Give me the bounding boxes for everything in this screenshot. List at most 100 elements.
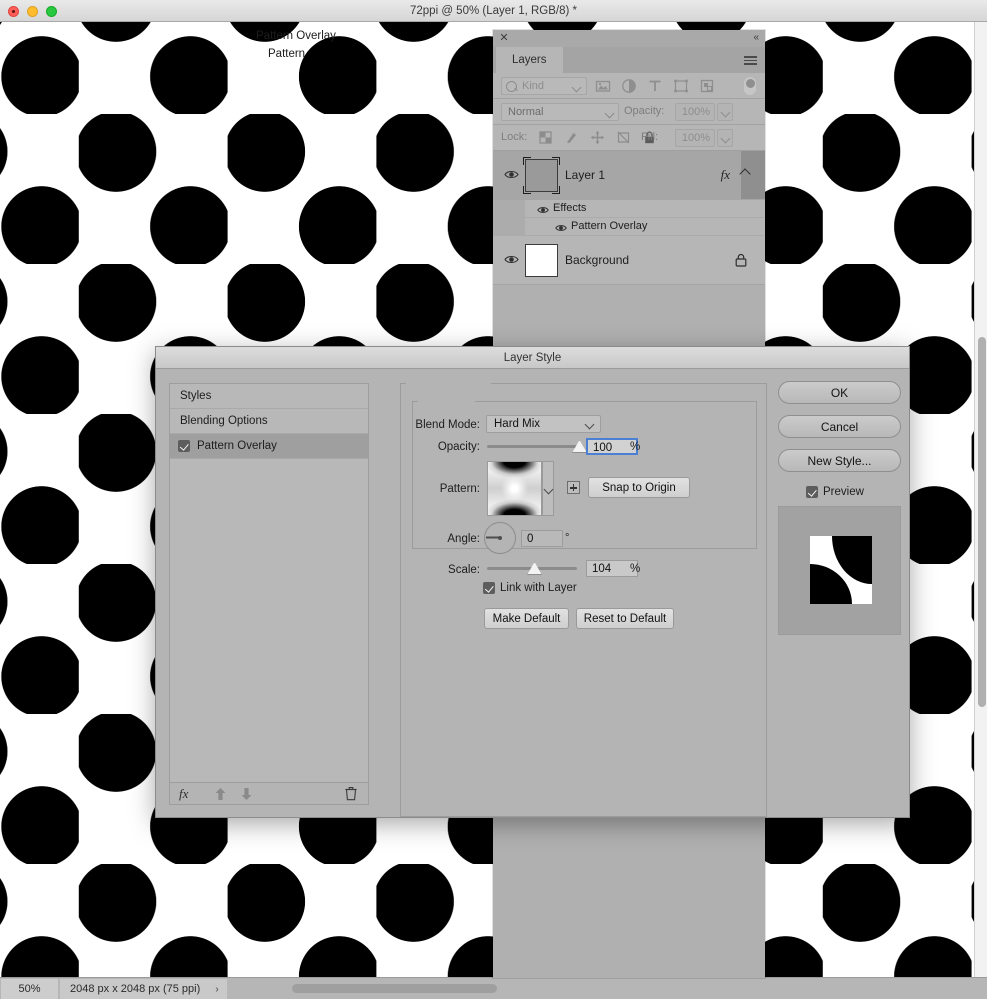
panel-menu-icon[interactable] — [744, 56, 757, 65]
angle-degree-label: ° — [565, 532, 570, 544]
preview-checkbox[interactable] — [806, 486, 818, 498]
pattern-overlay-effect-label: Pattern Overlay — [571, 220, 648, 232]
angle-input[interactable]: 0 — [521, 530, 563, 547]
link-with-layer-label: Link with Layer — [500, 582, 577, 594]
styles-list-footer: fx — [169, 783, 369, 805]
dialog-title: Layer Style — [503, 352, 562, 364]
angle-dial[interactable] — [484, 522, 516, 554]
panel-tab-strip: Layers — [493, 47, 765, 73]
layer-opacity-stepper[interactable] — [717, 103, 733, 121]
styles-item-label: Pattern Overlay — [197, 440, 277, 452]
fill-value[interactable]: 100% — [675, 129, 715, 147]
blend-mode-select[interactable]: Hard Mix — [486, 415, 601, 433]
eye-icon[interactable] — [504, 167, 519, 182]
smart-object-filter-icon[interactable] — [699, 78, 715, 94]
canvas-vertical-scrollbar[interactable] — [974, 22, 987, 977]
zoom-level-field[interactable]: 50% — [1, 979, 58, 999]
pattern-picker-dropdown[interactable] — [542, 461, 554, 516]
filter-kind-select[interactable]: Kind — [501, 77, 587, 95]
status-bar: 50% 2048 px x 2048 px (75 ppi) › — [0, 977, 987, 999]
lock-position-icon[interactable] — [590, 130, 605, 145]
layer-thumbnail-selection-marks — [523, 157, 560, 194]
lock-icon — [735, 253, 747, 267]
layer-opacity-value[interactable]: 100% — [675, 103, 715, 121]
window-title: 72ppi @ 50% (Layer 1, RGB/8) * — [409, 5, 577, 17]
layer-blend-row: Normal Opacity: 100% — [493, 99, 765, 125]
adjustment-layers-filter-icon[interactable] — [621, 78, 637, 94]
effects-label: Effects — [553, 202, 587, 214]
create-new-preset-icon[interactable] — [567, 481, 580, 494]
layer-name[interactable]: Background — [565, 253, 629, 267]
horizontal-scrollbar-thumb[interactable] — [292, 984, 497, 993]
pattern-label: Pattern: — [439, 483, 480, 495]
make-default-button[interactable]: Make Default — [484, 608, 569, 629]
link-with-layer-checkbox[interactable] — [483, 582, 495, 594]
shape-layers-filter-icon[interactable] — [673, 78, 689, 94]
layer-blend-mode-value: Normal — [508, 106, 544, 118]
layer-effects-fx-icon[interactable]: fx — [721, 167, 730, 183]
opacity-label: Opacity: — [437, 441, 480, 453]
document-info-chevron-icon[interactable]: › — [215, 984, 218, 995]
scale-label: Scale: — [448, 564, 480, 576]
pattern-overlay-checkbox[interactable] — [178, 440, 190, 452]
pattern-overlay-group-title: Pattern Overlay — [256, 30, 336, 42]
lock-image-pixels-icon[interactable] — [564, 130, 579, 145]
reset-to-default-button[interactable]: Reset to Default — [576, 608, 674, 629]
snap-to-origin-button[interactable]: Snap to Origin — [588, 477, 690, 498]
filter-kind-label: Kind — [522, 80, 545, 92]
vertical-scrollbar-thumb[interactable] — [978, 337, 986, 707]
opacity-percent-label: % — [630, 441, 641, 453]
delete-effect-icon[interactable] — [345, 786, 357, 801]
document-size-info[interactable]: 2048 px x 2048 px (75 ppi) › — [60, 979, 227, 999]
fill-stepper[interactable] — [717, 129, 733, 147]
styles-list-item-styles[interactable]: Styles — [170, 384, 368, 409]
new-style-button[interactable]: New Style... — [778, 449, 901, 472]
close-icon[interactable]: ✕ — [498, 32, 510, 44]
layer-blend-mode-select[interactable]: Normal — [501, 103, 619, 121]
pattern-subgroup-title: Pattern — [268, 48, 306, 60]
add-effect-fx-icon[interactable]: fx — [179, 786, 188, 802]
layer-row-layer1[interactable]: Layer 1 fx — [493, 151, 765, 200]
preview-label: Preview — [823, 486, 864, 498]
ok-button[interactable]: OK — [778, 381, 901, 404]
chevron-down-icon — [584, 419, 595, 430]
layer-effects-group-row[interactable]: Effects — [493, 200, 765, 218]
dialog-titlebar[interactable]: Layer Style — [156, 347, 909, 369]
move-up-icon[interactable] — [214, 787, 227, 801]
styles-list-item-pattern-overlay[interactable]: Pattern Overlay — [170, 434, 368, 459]
opacity-slider-track[interactable] — [487, 445, 580, 448]
collapse-panel-icon[interactable]: « — [753, 32, 759, 44]
blend-mode-label: Blend Mode: — [415, 419, 480, 431]
style-preview-thumbnail — [810, 536, 872, 604]
styles-list-item-blending-options[interactable]: Blending Options — [170, 409, 368, 434]
lock-artboard-nesting-icon[interactable] — [616, 130, 631, 145]
type-layers-filter-icon[interactable] — [647, 78, 663, 94]
effect-row-indent — [493, 200, 525, 217]
chevron-down-icon — [571, 82, 582, 93]
layer-opacity-label: Opacity: — [624, 105, 665, 117]
cancel-button[interactable]: Cancel — [778, 415, 901, 438]
layer-row-background[interactable]: Background — [493, 236, 765, 285]
lock-transparency-icon[interactable] — [538, 130, 553, 145]
eye-icon[interactable] — [504, 252, 519, 267]
angle-dial-arm[interactable] — [486, 537, 499, 539]
pixel-layers-filter-icon[interactable] — [595, 78, 611, 94]
fill-label: Fill: — [641, 131, 659, 143]
layer-filter-row: Kind — [493, 73, 765, 99]
style-preview-box — [778, 506, 901, 635]
blend-mode-value: Hard Mix — [494, 418, 541, 430]
layer-thumbnail[interactable] — [525, 244, 558, 277]
layer-name[interactable]: Layer 1 — [565, 168, 605, 182]
filter-enable-toggle[interactable] — [744, 77, 756, 95]
eye-icon[interactable] — [555, 221, 567, 233]
tab-layers[interactable]: Layers — [496, 47, 563, 73]
scale-percent-label: % — [630, 563, 641, 575]
layer-lock-row: Lock: Fill: 100% — [493, 125, 765, 151]
layer-effect-pattern-overlay-row[interactable]: Pattern Overlay — [493, 218, 765, 236]
lock-icon-group — [538, 130, 657, 145]
eye-icon[interactable] — [537, 203, 549, 215]
move-down-icon[interactable] — [240, 787, 253, 801]
panel-topbar: ✕ « — [493, 30, 765, 47]
pattern-swatch-preview[interactable] — [487, 461, 542, 516]
styles-item-label: Blending Options — [180, 415, 268, 427]
